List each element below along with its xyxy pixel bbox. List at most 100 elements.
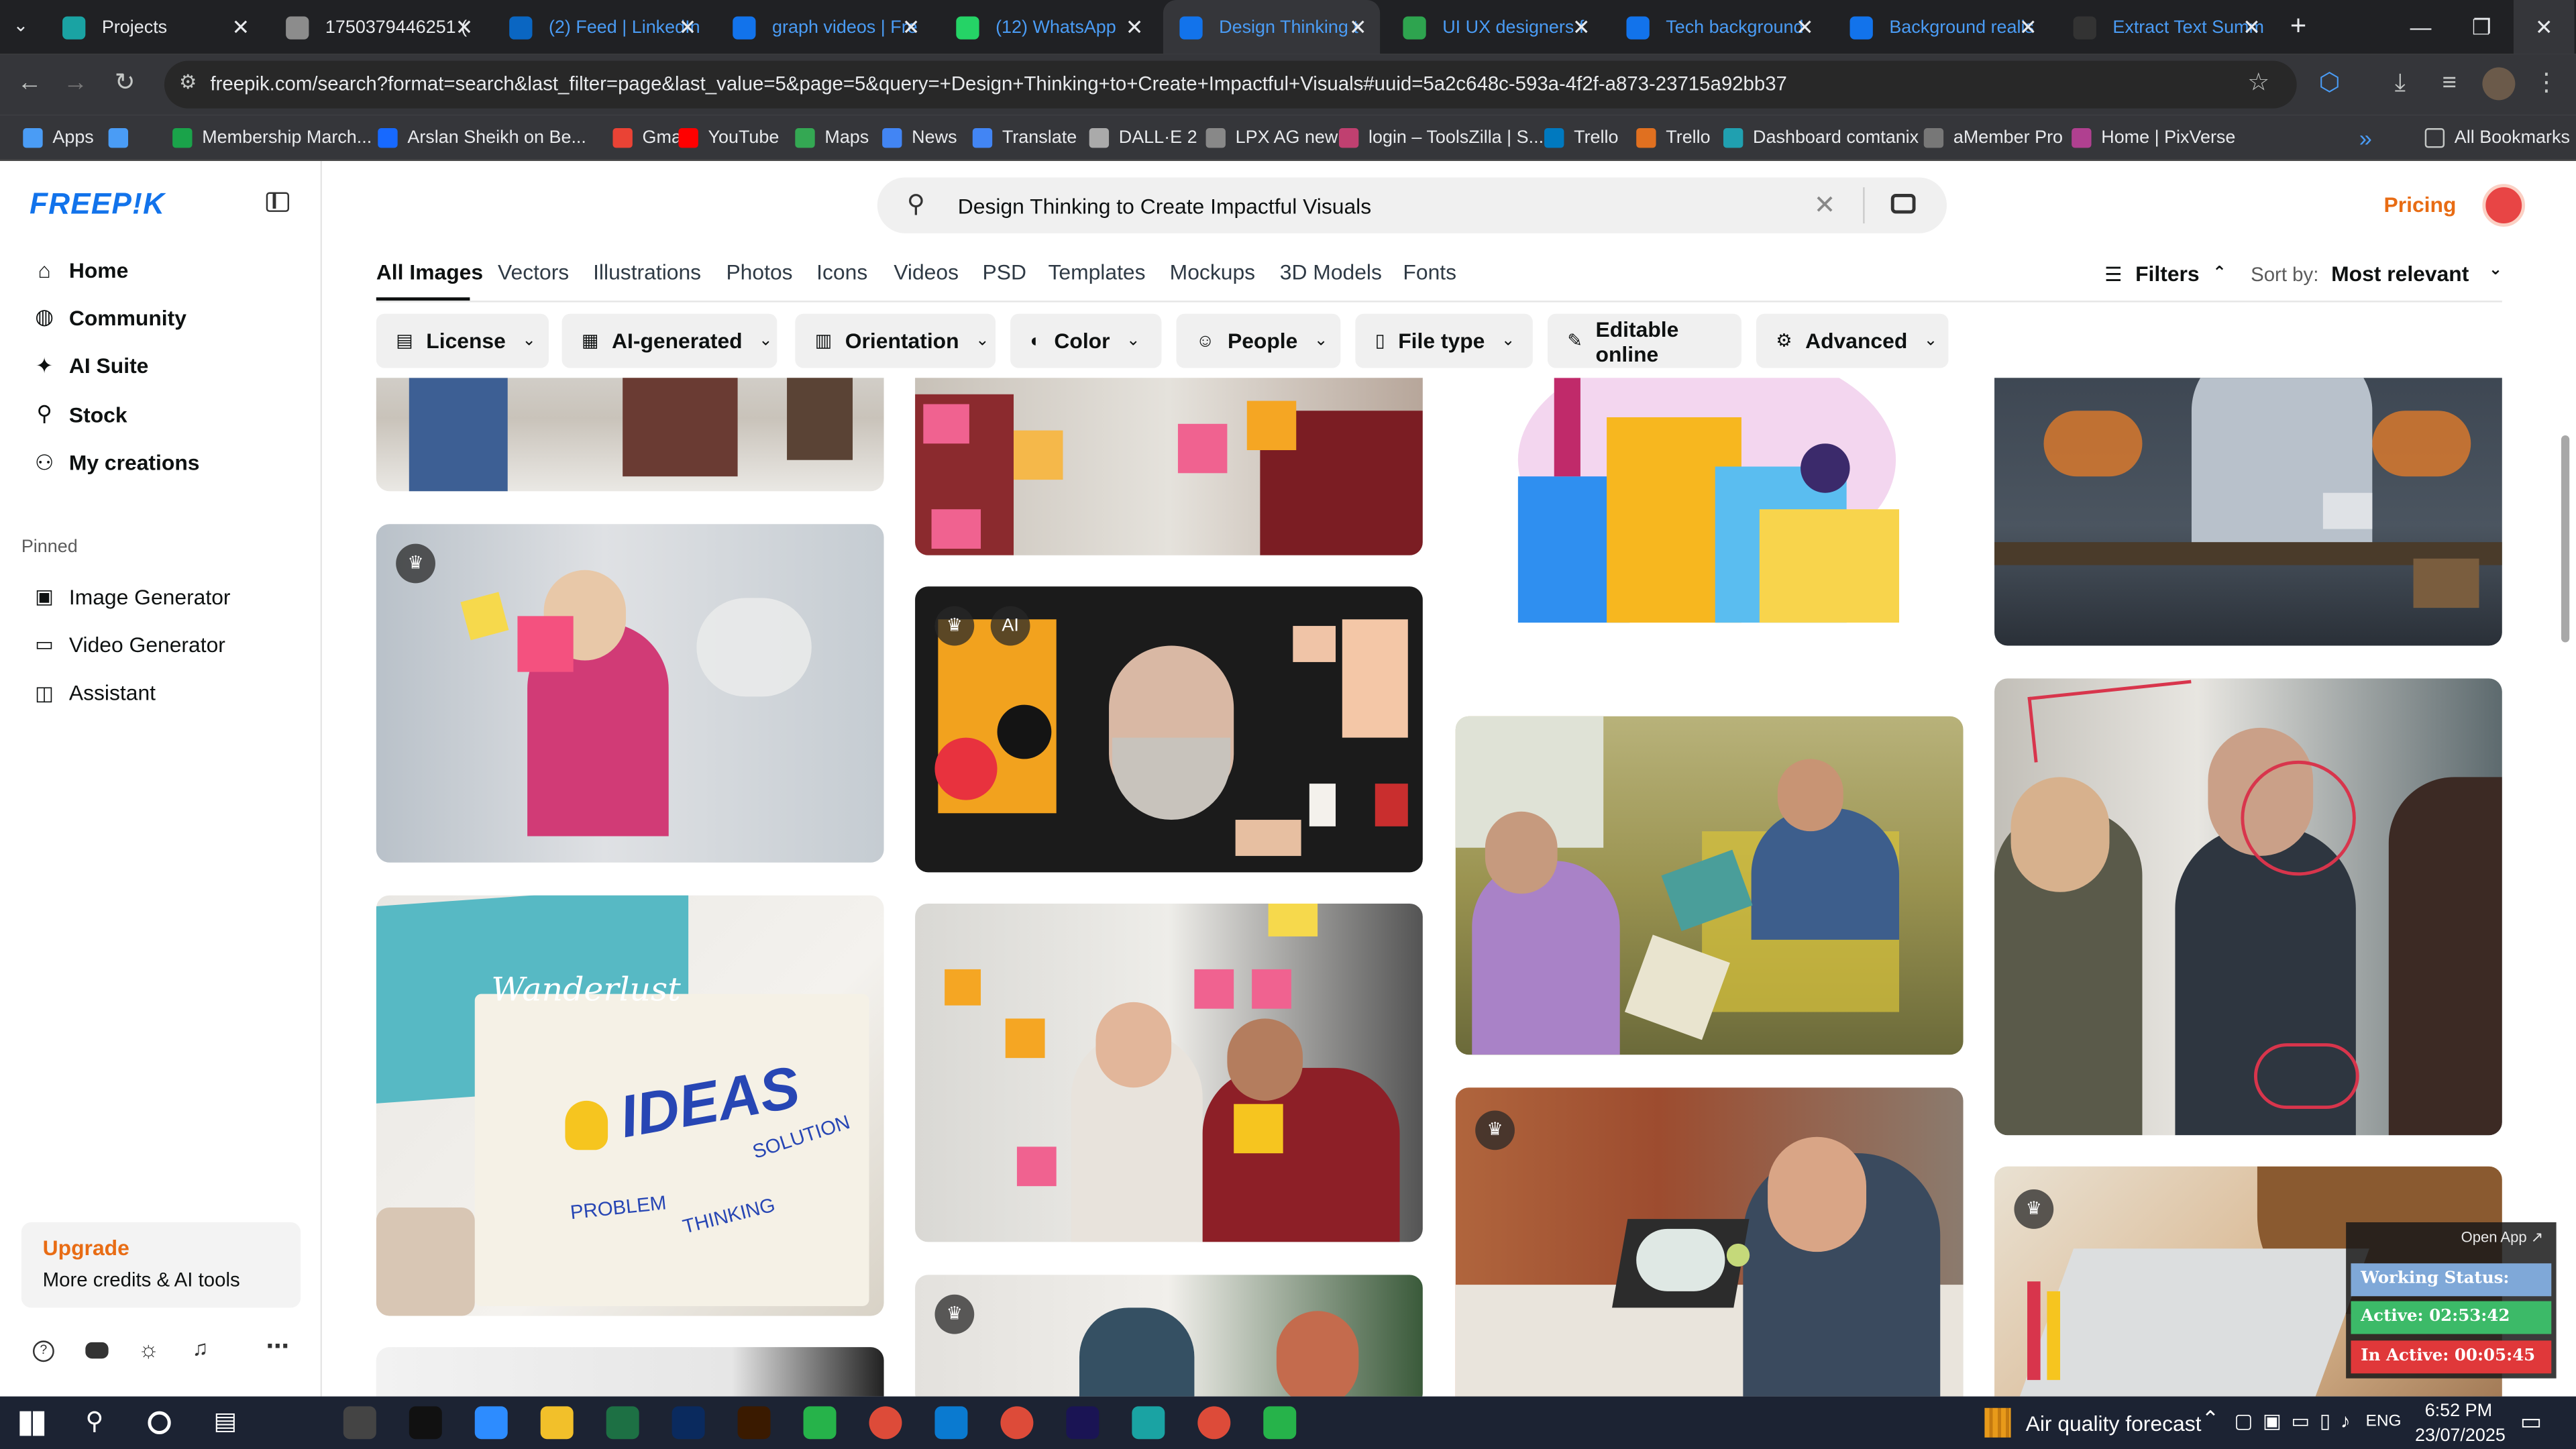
image-card[interactable] <box>1455 378 1964 625</box>
premiere-icon[interactable] <box>1066 1406 1099 1440</box>
bookmark-item[interactable]: aMember Pro <box>1923 121 2063 154</box>
sort-dropdown[interactable]: Most relevant ⌄ <box>2331 261 2502 286</box>
task-view-icon[interactable]: ▤ <box>213 1406 237 1436</box>
file-explorer-icon[interactable] <box>540 1406 574 1440</box>
url-text[interactable]: freepik.com/search?format=search&last_fi… <box>210 72 1786 95</box>
filter-license[interactable]: ▤ License ⌄ <box>376 313 549 368</box>
bookmark-item[interactable]: login – ToolsZilla | S... <box>1338 121 1544 154</box>
tab-mockups[interactable]: Mockups <box>1170 260 1255 284</box>
image-card[interactable]: ♛ AI <box>915 586 1423 873</box>
discord-icon[interactable] <box>85 1342 109 1359</box>
bookmark-item[interactable]: Maps <box>795 121 869 154</box>
filter-people[interactable]: ☺ People ⌄ <box>1176 313 1341 368</box>
camera-search-icon[interactable] <box>1890 193 1916 214</box>
clock-date[interactable]: 23/07/2025 <box>2415 1426 2506 1446</box>
bookmark-item[interactable]: Membership March... <box>172 121 372 154</box>
back-icon[interactable]: ← <box>13 67 46 100</box>
tab-close-icon[interactable]: ✕ <box>2019 15 2037 41</box>
user-avatar[interactable] <box>2482 184 2526 227</box>
help-icon[interactable]: ? <box>32 1340 54 1362</box>
search-bar[interactable]: ⚲ Design Thinking to Create Impactful Vi… <box>877 177 1947 233</box>
bookmark-item[interactable]: DALL·E 2 <box>1089 121 1197 154</box>
filter-orientation[interactable]: ▥ Orientation ⌄ <box>795 313 996 368</box>
notification-center-icon[interactable]: ▭ <box>2520 1408 2542 1436</box>
extensions-icon[interactable]: ⬡ <box>2313 67 2346 100</box>
pinned-item-assistant[interactable]: ◫ Assistant <box>33 674 156 713</box>
browser-tab[interactable]: Tech background ✕ <box>1610 0 1827 54</box>
browser-tab[interactable]: UI UX designers f ✕ <box>1387 0 1603 54</box>
bookmark-item[interactable]: LPX AG new <box>1205 121 1338 154</box>
site-info-icon[interactable]: ⚙ <box>179 70 197 93</box>
tab-photos[interactable]: Photos <box>726 260 792 284</box>
illustrator-icon[interactable] <box>737 1406 771 1440</box>
minimize-button[interactable]: — <box>2390 0 2451 54</box>
sidebar-item-community[interactable]: ◍ Community <box>33 298 186 337</box>
chrome-icon[interactable] <box>869 1406 902 1440</box>
media-icon[interactable]: ≡ <box>2433 67 2466 100</box>
image-card[interactable] <box>915 903 1423 1242</box>
bookmark-item[interactable]: Trello <box>1544 121 1619 154</box>
more-options-icon[interactable]: ⋯ <box>266 1332 289 1360</box>
tab-close-icon[interactable]: ✕ <box>679 15 697 41</box>
sidebar-item-home[interactable]: ⌂ Home <box>33 250 128 289</box>
bookmark-item[interactable]: YouTube <box>678 121 779 154</box>
tab-close-icon[interactable]: ✕ <box>1796 15 1814 41</box>
language-indicator[interactable]: ENG <box>2366 1413 2402 1431</box>
weather-icon[interactable] <box>1984 1407 2011 1438</box>
tab-illustrations[interactable]: Illustrations <box>593 260 701 284</box>
browser-tab[interactable]: graph videos | Fre ✕ <box>716 0 933 54</box>
image-card[interactable]: ♛ <box>1455 1087 1964 1397</box>
tab-search-chevron-icon[interactable]: ⌄ <box>13 15 29 36</box>
all-bookmarks[interactable]: All Bookmarks <box>2424 121 2570 154</box>
bookmark-item[interactable]: Apps <box>23 121 94 154</box>
tab-videos[interactable]: Videos <box>894 260 959 284</box>
tab-close-icon[interactable]: ✕ <box>902 15 920 41</box>
restore-button[interactable]: ❐ <box>2451 0 2512 54</box>
tab-vectors[interactable]: Vectors <box>498 260 569 284</box>
tab-close-icon[interactable]: ✕ <box>1126 15 1144 41</box>
bookmark-item[interactable]: Translate <box>972 121 1077 154</box>
sidebar-toggle-icon[interactable] <box>266 192 290 212</box>
freepik-logo[interactable]: FREEP!K <box>30 187 165 221</box>
more-bookmarks-button[interactable]: » <box>2359 121 2372 154</box>
close-window-button[interactable]: ✕ <box>2513 0 2575 54</box>
chrome-icon[interactable] <box>1197 1406 1231 1440</box>
pinned-item-video-generator[interactable]: ▭ Video Generator <box>33 625 225 665</box>
search-taskbar-icon[interactable]: ⚲ <box>85 1406 103 1436</box>
tab-close-icon[interactable]: ✕ <box>455 15 474 41</box>
pen-app-icon[interactable] <box>343 1406 376 1440</box>
reload-icon[interactable]: ↻ <box>109 67 142 100</box>
filter-ai-generated[interactable]: ▦ AI-generated ⌄ <box>561 313 777 368</box>
image-card[interactable] <box>1994 678 2502 1136</box>
image-card[interactable] <box>1455 716 1964 1055</box>
app-icon[interactable] <box>1132 1406 1165 1440</box>
bookmark-item[interactable]: News <box>882 121 957 154</box>
forward-icon[interactable]: → <box>59 67 92 100</box>
search-input[interactable]: Design Thinking to Create Impactful Visu… <box>958 194 1371 219</box>
weather-text[interactable]: Air quality forecast <box>2026 1411 2202 1436</box>
browser-tab[interactable]: Projects ✕ <box>46 0 263 54</box>
tab-close-icon[interactable]: ✕ <box>232 15 250 41</box>
image-card[interactable] <box>376 378 884 492</box>
image-card[interactable]: ♛ <box>376 524 884 863</box>
filter-color[interactable]: ◐ Color ⌄ <box>1010 313 1162 368</box>
tab-close-icon[interactable]: ✕ <box>1349 15 1367 41</box>
filter-file-type[interactable]: ▯ File type ⌄ <box>1355 313 1533 368</box>
browser-tab[interactable]: Extract Text Summ ✕ <box>2057 0 2273 54</box>
filter-advanced[interactable]: ⚙ Advanced ⌄ <box>1756 313 1949 368</box>
excel-icon[interactable] <box>606 1406 639 1440</box>
tab-psd[interactable]: PSD <box>982 260 1026 284</box>
browser-tab[interactable]: (2) Feed | LinkedIn ✕ <box>493 0 710 54</box>
green-app-icon[interactable] <box>803 1406 837 1440</box>
page-scrollbar[interactable] <box>2561 435 2570 643</box>
terminal-icon[interactable] <box>409 1406 442 1440</box>
bookmark-star-icon[interactable]: ☆ <box>2247 67 2269 97</box>
clear-search-icon[interactable]: ✕ <box>1814 189 1836 222</box>
address-bar[interactable]: ⚙ freepik.com/search?format=search&last_… <box>164 60 2297 109</box>
tab-close-icon[interactable]: ✕ <box>1572 15 1591 41</box>
image-card[interactable] <box>376 1347 884 1397</box>
tab-all-images[interactable]: All Images <box>376 260 483 284</box>
new-tab-button[interactable]: + <box>2290 10 2306 43</box>
pinned-item-image-generator[interactable]: ▣ Image Generator <box>33 577 230 616</box>
profile-avatar[interactable] <box>2482 67 2516 101</box>
